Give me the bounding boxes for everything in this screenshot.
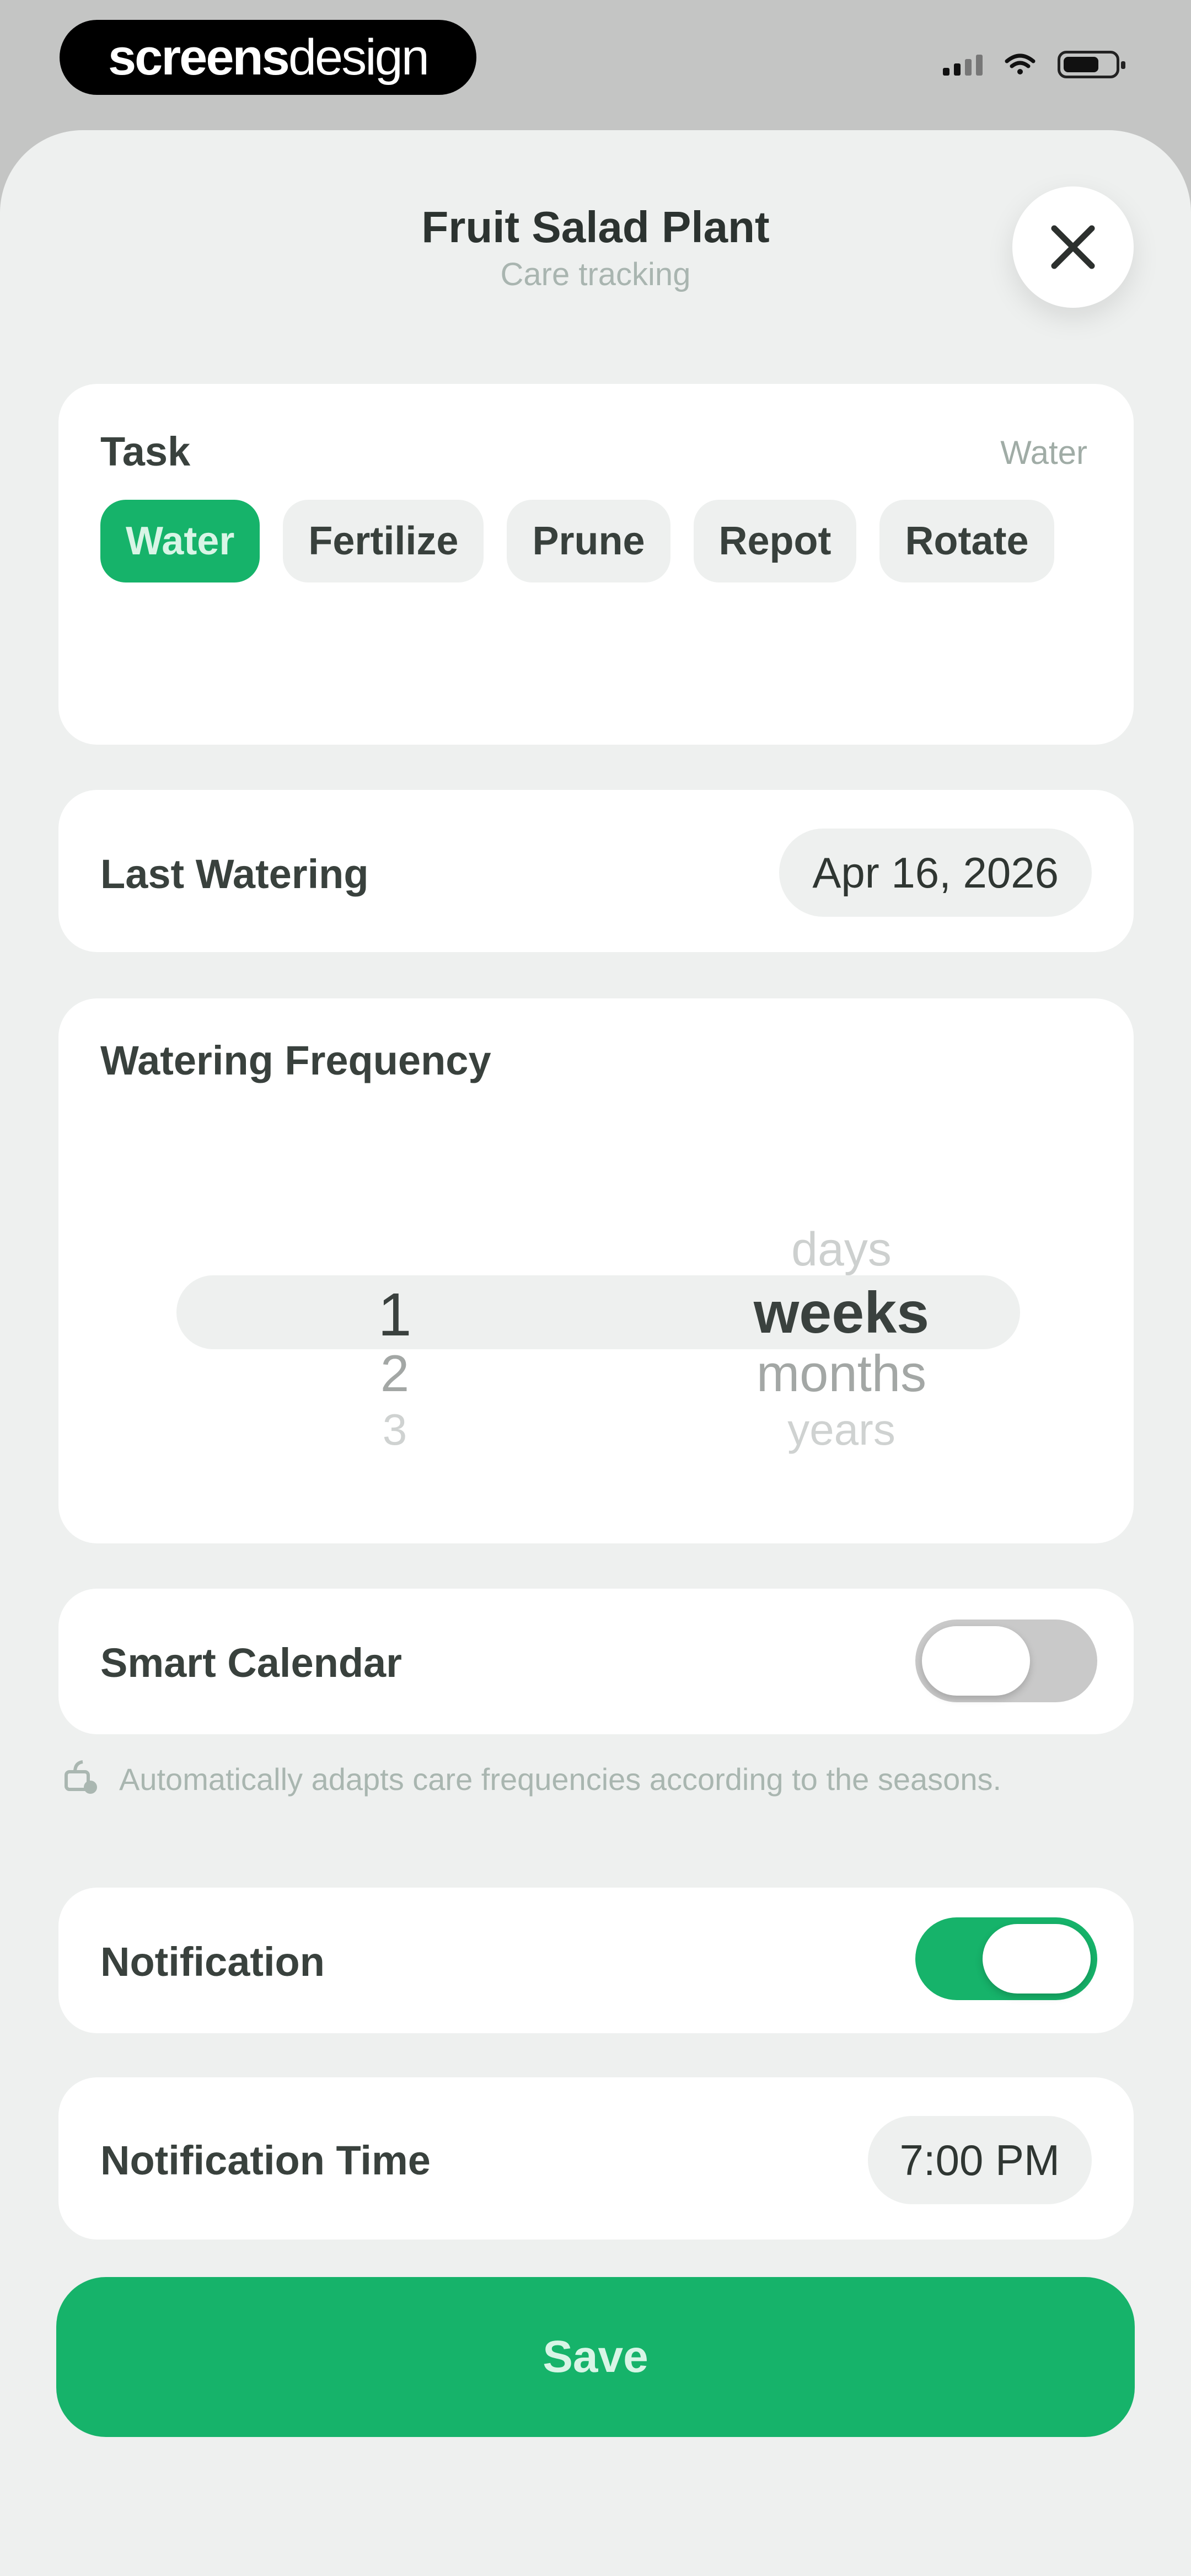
status-icons: [943, 51, 1125, 78]
page-subtitle: Care tracking: [500, 256, 691, 292]
smart-calendar-toggle[interactable]: [915, 1620, 1097, 1702]
task-chip-rotate[interactable]: Rotate: [879, 500, 1054, 582]
status-bar: screens design: [0, 0, 1191, 132]
close-icon: [1051, 225, 1095, 269]
task-card: Task Water Water Fertilize Prune Repot R…: [58, 384, 1134, 745]
frequency-unit-option[interactable]: weeks: [659, 1280, 1023, 1346]
frequency-number-option[interactable]: 2: [323, 1344, 466, 1403]
smart-calendar-label: Smart Calendar: [100, 1640, 402, 1686]
care-tracking-sheet: Fruit Salad Plant Care tracking Task Wat…: [0, 130, 1191, 2576]
frequency-number-option[interactable]: 3: [323, 1404, 466, 1455]
notification-card: Notification: [58, 1888, 1134, 2033]
brand-logo-light: design: [288, 29, 430, 85]
notification-label: Notification: [100, 1939, 325, 1985]
frequency-unit-option[interactable]: years: [659, 1404, 1023, 1455]
frequency-unit-option[interactable]: days: [659, 1222, 1023, 1277]
notification-time-button[interactable]: 7:00 PM: [867, 2116, 1092, 2204]
battery-icon: [1058, 51, 1125, 78]
frequency-unit-option[interactable]: months: [659, 1344, 1023, 1403]
task-label: Task: [100, 429, 191, 474]
last-watering-label: Last Watering: [100, 851, 369, 897]
last-watering-card: Last Watering Apr 16, 2026: [58, 790, 1134, 952]
watering-frequency-label: Watering Frequency: [100, 1038, 491, 1083]
smart-calendar-hint: Automatically adapts care frequencies ac…: [58, 1757, 1051, 1802]
wifi-icon: [1005, 54, 1036, 74]
task-chip-prune[interactable]: Prune: [507, 500, 670, 582]
save-button[interactable]: Save: [56, 2277, 1135, 2437]
notification-time-label: Notification Time: [100, 2137, 431, 2183]
brand-logo-bold: screens: [108, 29, 290, 85]
close-button[interactable]: [1012, 186, 1134, 308]
task-selected-value: Water: [1000, 434, 1087, 471]
signal-icon: [943, 54, 983, 76]
task-chip-water[interactable]: Water: [100, 500, 260, 582]
last-watering-date-button[interactable]: Apr 16, 2026: [779, 829, 1092, 917]
task-chip-row: Water Fertilize Prune Repot Rotate: [100, 500, 1054, 582]
smart-calendar-hint-text: Automatically adapts care frequencies ac…: [119, 1762, 1002, 1797]
plant-info-icon: [65, 1760, 97, 1794]
smart-calendar-card: Smart Calendar: [58, 1589, 1134, 1734]
notification-time-card: Notification Time 7:00 PM: [58, 2077, 1134, 2240]
watering-frequency-card: Watering Frequency 1 2 3 days weeks mont…: [58, 998, 1134, 1543]
frequency-number-option[interactable]: 1: [323, 1280, 466, 1350]
brand-logo: screens design: [60, 20, 476, 95]
task-chip-fertilize[interactable]: Fertilize: [283, 500, 484, 582]
notification-toggle[interactable]: [915, 1917, 1097, 2000]
task-chip-repot[interactable]: Repot: [693, 500, 857, 582]
